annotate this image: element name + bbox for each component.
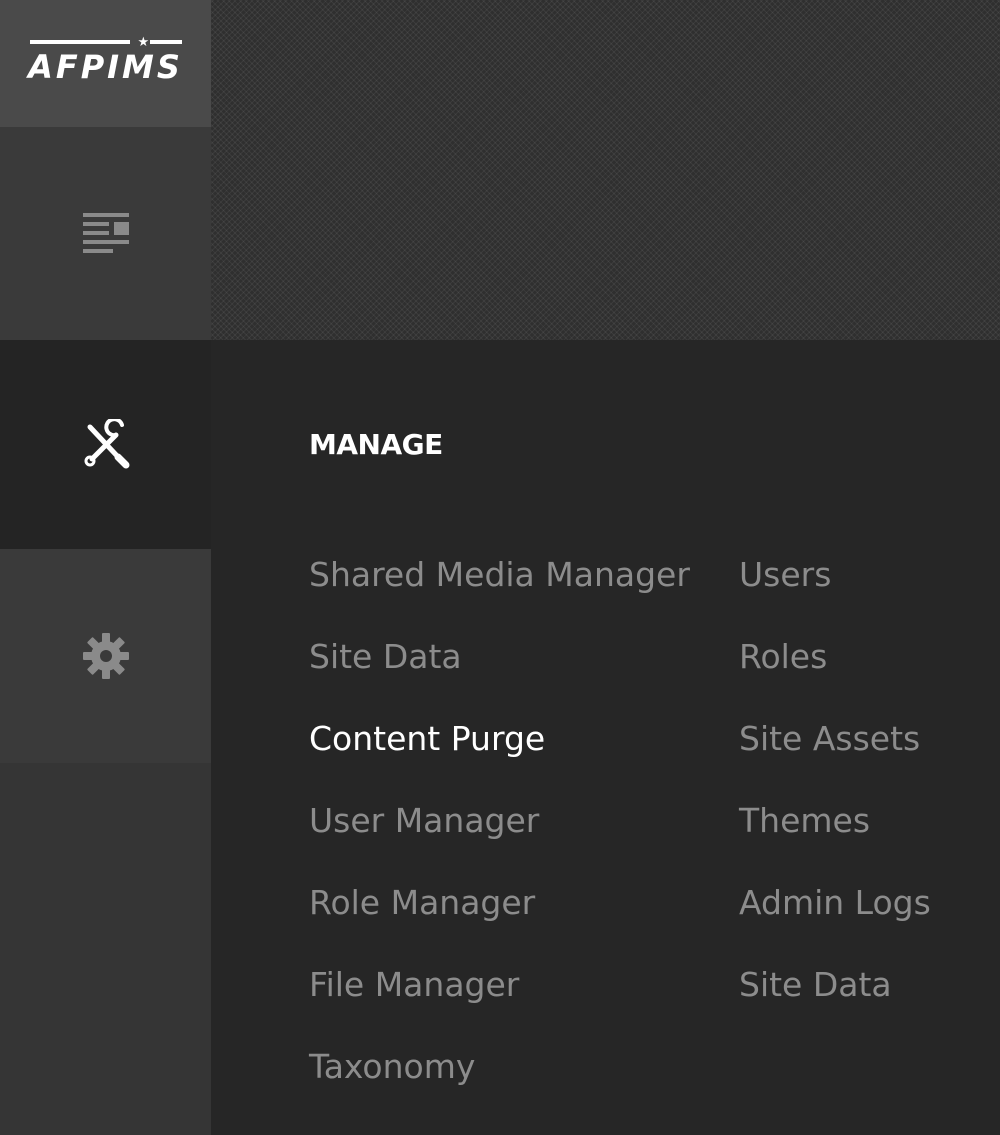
left-rail: ★ AFPIMS [0, 0, 211, 1135]
logo-bar-top [29, 39, 130, 44]
menu-item-users[interactable]: Users [739, 552, 931, 634]
gear-icon [82, 633, 129, 679]
menu-item-shared-media-manager[interactable]: Shared Media Manager [309, 552, 690, 634]
menu-item-role-manager[interactable]: Role Manager [309, 880, 690, 962]
header-pattern [211, 0, 1000, 340]
logo-bar-top-right [149, 39, 182, 44]
logo[interactable]: ★ AFPIMS [0, 0, 211, 127]
rail-filler [0, 763, 211, 1135]
menu-item-content-purge[interactable]: Content Purge [309, 716, 690, 798]
menu-item-roles[interactable]: Roles [739, 634, 931, 716]
menu-item-themes[interactable]: Themes [739, 798, 931, 880]
logo-mark: ★ AFPIMS [26, 36, 186, 90]
menu-item-site-data[interactable]: Site Data [309, 634, 690, 716]
menu-item-user-manager[interactable]: User Manager [309, 798, 690, 880]
news-icon [82, 212, 129, 253]
menu-item-taxonomy[interactable]: Taxonomy [309, 1044, 690, 1126]
page: ★ AFPIMS MANAGE Shared Media Manager Sit… [0, 0, 1000, 1135]
menu-item-admin-logs[interactable]: Admin Logs [739, 880, 931, 962]
menu-item-file-manager[interactable]: File Manager [309, 962, 690, 1044]
logo-text: AFPIMS [28, 47, 183, 86]
menu-column-2: Users Roles Site Assets Themes Admin Log… [739, 552, 931, 1044]
panel-title: MANAGE [309, 428, 443, 461]
menu-item-site-data-2[interactable]: Site Data [739, 962, 931, 1044]
manage-flyout-panel: MANAGE Shared Media Manager Site Data Co… [211, 340, 1000, 1135]
tools-icon [84, 418, 129, 468]
menu-item-site-assets[interactable]: Site Assets [739, 716, 931, 798]
rail-item-settings[interactable] [0, 549, 211, 763]
menu-column-1: Shared Media Manager Site Data Content P… [309, 552, 690, 1126]
rail-item-content[interactable] [0, 127, 211, 340]
rail-item-manage[interactable] [0, 340, 211, 549]
